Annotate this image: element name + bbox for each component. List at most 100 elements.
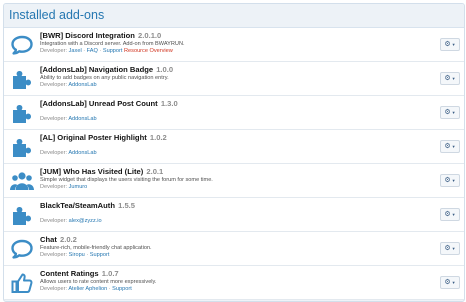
caret-down-icon: ▼ xyxy=(451,109,456,115)
addon-description: Ability to add badges on any public navi… xyxy=(40,75,169,81)
developer-link[interactable]: Support xyxy=(103,48,123,54)
developer-label: Developer: xyxy=(40,252,68,258)
addon-version: 1.5.5 xyxy=(118,201,135,210)
users-icon xyxy=(10,170,34,192)
addon-controls-button[interactable]: ⚙ ▼ xyxy=(440,208,460,221)
addon-title: [AddonsLab] Unread Post Count 1.3.0 xyxy=(40,99,424,109)
addon-controls-button[interactable]: ⚙ ▼ xyxy=(440,38,460,51)
puzzle-piece-icon xyxy=(10,102,34,124)
puzzle-piece-icon xyxy=(10,204,34,226)
developer-link[interactable]: Atelier Aphelion xyxy=(68,286,107,292)
addon-developer: Developer: Jumuro xyxy=(40,184,424,191)
caret-down-icon: ▼ xyxy=(451,177,456,183)
addon-row: Chat 2.0.2 Feature-rich, mobile-friendly … xyxy=(4,232,464,266)
addon-name: [BWR] Discord Integration xyxy=(40,31,135,40)
resource-overview-link[interactable]: Resource Overview xyxy=(124,48,173,54)
caret-down-icon: ▼ xyxy=(451,41,456,47)
addon-title: Chat 2.0.2 xyxy=(40,235,424,245)
speech-bubble-icon xyxy=(10,238,34,260)
gear-icon: ⚙ xyxy=(444,245,451,252)
addon-description: Simple widget that displays the users vi… xyxy=(40,177,213,183)
developer-label: Developer: xyxy=(40,116,68,122)
puzzle-piece-icon xyxy=(10,136,34,158)
addon-info: [BWR] Discord Integration 2.0.1.0 Integra… xyxy=(40,31,424,55)
developer-link[interactable]: AddonsLab xyxy=(68,116,96,122)
thumbs-up-icon xyxy=(10,272,34,294)
developer-label: Developer: xyxy=(40,150,68,156)
addon-info: Chat 2.0.2 Feature-rich, mobile-friendly … xyxy=(40,235,424,259)
addon-developer: Developer: Atelier Aphelion · Support xyxy=(40,286,132,292)
addon-name: BlackTea/SteamAuth xyxy=(40,201,115,210)
developer-label: Developer: xyxy=(40,184,68,190)
addon-version: 1.0.0 xyxy=(156,65,174,74)
panel-title: Installed add-ons xyxy=(4,4,464,28)
addon-controls-button[interactable]: ⚙ ▼ xyxy=(440,242,460,255)
caret-down-icon: ▼ xyxy=(451,143,456,149)
developer-label: Developer: xyxy=(40,286,68,292)
addon-controls-button[interactable]: ⚙ ▼ xyxy=(440,72,460,85)
addon-name: [AddonsLab] Navigation Badge xyxy=(40,65,154,74)
addon-name: Content Ratings xyxy=(40,269,99,278)
addon-controls-button[interactable]: ⚙ ▼ xyxy=(440,140,460,153)
caret-down-icon: ▼ xyxy=(451,279,456,285)
addon-title: [AL] Original Poster Highlight 1.0.2 xyxy=(40,133,424,143)
developer-link[interactable]: alex@zyzz.io xyxy=(69,218,102,224)
caret-down-icon: ▼ xyxy=(451,75,456,81)
developer-link[interactable]: AddonsLab xyxy=(68,82,96,88)
addon-version: 2.0.1.0 xyxy=(138,31,162,40)
addon-info: BlackTea/SteamAuth 1.5.5 Developer: alex@… xyxy=(40,201,424,225)
developer-label: Developer: xyxy=(40,218,68,224)
addon-row: [JUM] Who Has Visited (Lite) 2.0.1 Simple… xyxy=(4,164,464,198)
caret-down-icon: ▼ xyxy=(451,245,456,251)
gear-icon: ⚙ xyxy=(444,109,451,116)
addon-title: Content Ratings 1.0.7 xyxy=(40,269,424,279)
developer-link[interactable]: Jaxel xyxy=(69,48,82,54)
addon-controls-button[interactable]: ⚙ ▼ xyxy=(440,106,460,119)
addon-title: BlackTea/SteamAuth 1.5.5 xyxy=(40,201,424,211)
addon-title: [JUM] Who Has Visited (Lite) 2.0.1 xyxy=(40,167,424,177)
addon-name: [AddonsLab] Unread Post Count xyxy=(40,99,158,108)
addon-name: [JUM] Who Has Visited (Lite) xyxy=(40,167,144,176)
addon-name: [AL] Original Poster Highlight xyxy=(40,133,147,142)
addon-developer: Developer: alex@zyzz.io xyxy=(40,218,424,225)
addon-list: [BWR] Discord Integration 2.0.1.0 Integra… xyxy=(4,28,464,300)
addon-controls-button[interactable]: ⚙ ▼ xyxy=(440,276,460,289)
puzzle-piece-icon xyxy=(10,68,34,90)
developer-link[interactable]: FAQ xyxy=(87,48,98,54)
addon-developer: Developer: AddonsLab xyxy=(40,82,424,89)
addon-developer: Developer: AddonsLab xyxy=(40,116,424,123)
developer-link[interactable]: Support xyxy=(90,252,110,258)
addon-row: [AddonsLab] Navigation Badge 1.0.0 Abilit… xyxy=(4,62,464,96)
addon-description: Feature-rich, mobile-friendly chat appli… xyxy=(40,245,152,251)
addon-title: [AddonsLab] Navigation Badge 1.0.0 xyxy=(40,65,424,75)
gear-icon: ⚙ xyxy=(444,177,451,184)
developer-link[interactable]: Siropu xyxy=(69,252,85,258)
addons-panel: Installed add-ons [BWR] Discord Integrat… xyxy=(3,3,465,302)
addon-row: [AddonsLab] Unread Post Count 1.3.0 Devel… xyxy=(4,96,464,130)
addon-info: [JUM] Who Has Visited (Lite) 2.0.1 Simple… xyxy=(40,167,424,191)
addon-row: [BWR] Discord Integration 2.0.1.0 Integra… xyxy=(4,28,464,62)
developer-label: Developer: xyxy=(40,48,68,54)
gear-icon: ⚙ xyxy=(444,75,451,82)
addon-row: BlackTea/SteamAuth 1.5.5 Developer: alex@… xyxy=(4,198,464,232)
addon-version: 2.0.1 xyxy=(146,167,164,176)
developer-link[interactable]: Jumuro xyxy=(69,184,88,190)
addon-name: Chat xyxy=(40,235,57,244)
addon-info: [AddonsLab] Navigation Badge 1.0.0 Abilit… xyxy=(40,65,424,89)
gear-icon: ⚙ xyxy=(444,143,451,150)
developer-label: Developer: xyxy=(40,82,68,88)
gear-icon: ⚙ xyxy=(444,211,451,218)
developer-link[interactable]: Support xyxy=(112,286,132,292)
addon-description: Integration with a Discord server. Add-o… xyxy=(40,41,185,47)
addon-description: Allows users to rate content more expres… xyxy=(40,279,157,285)
developer-link[interactable]: AddonsLab xyxy=(68,150,96,156)
addon-controls-button[interactable]: ⚙ ▼ xyxy=(440,174,460,187)
addon-version: 1.0.7 xyxy=(101,269,119,278)
gear-icon: ⚙ xyxy=(444,279,451,286)
addon-developer: Developer: Jaxel · FAQ · Support Resourc… xyxy=(40,48,173,54)
addon-title: [BWR] Discord Integration 2.0.1.0 xyxy=(40,31,424,41)
addon-info: Content Ratings 1.0.7 Allows users to rat… xyxy=(40,269,424,293)
addon-info: [AL] Original Poster Highlight 1.0.2 Deve… xyxy=(40,133,424,157)
addon-info: [AddonsLab] Unread Post Count 1.3.0 Devel… xyxy=(40,99,424,123)
addon-developer: Developer: Siropu · Support xyxy=(40,252,110,258)
